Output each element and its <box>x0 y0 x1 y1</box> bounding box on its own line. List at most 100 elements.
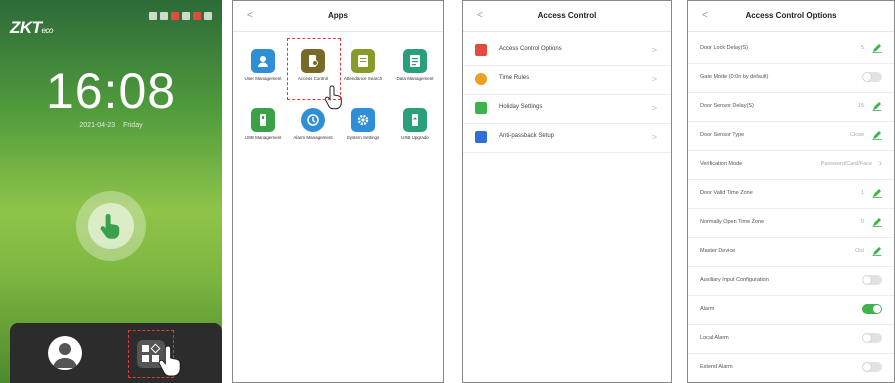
edit-pencil-icon[interactable] <box>872 188 882 198</box>
time-rules-icon <box>475 73 487 85</box>
status-icon <box>182 12 190 20</box>
menu-item-label: Holiday Settings <box>499 104 543 110</box>
option-label: Normally Open Time Zone <box>700 219 765 225</box>
toggle-switch[interactable] <box>862 362 882 372</box>
option-row[interactable]: Extend Alarm <box>688 353 894 382</box>
access-control-options-icon <box>475 44 487 56</box>
menu-item-anti-passback-setup[interactable]: Anti-passback Setup > <box>463 123 671 153</box>
option-value: Close <box>849 132 864 138</box>
status-icon <box>160 12 168 20</box>
selection-highlight <box>287 38 341 100</box>
edit-pencil-icon[interactable] <box>872 217 882 227</box>
option-value: 5 <box>860 45 864 51</box>
title-bar: < Apps <box>233 1 443 32</box>
app-system-settings[interactable]: System Settings <box>338 108 388 141</box>
edit-pencil-icon[interactable] <box>872 101 882 111</box>
option-label: Master Device <box>700 248 736 254</box>
status-icon <box>149 12 157 20</box>
option-label: Extend Alarm <box>700 364 733 370</box>
access-control-screen: < Access Control Access Control Options … <box>462 0 672 383</box>
app-label: User Management <box>244 76 282 81</box>
edit-pencil-icon[interactable] <box>872 246 882 256</box>
option-row[interactable]: Door Sensor Delay(S) 15 <box>688 92 894 122</box>
menu-item-holiday-settings[interactable]: Holiday Settings > <box>463 94 671 124</box>
bottom-bar <box>10 323 222 383</box>
option-row[interactable]: Door Sensor Type Close <box>688 121 894 151</box>
holiday-settings-icon <box>475 102 487 114</box>
menu-item-label: Anti-passback Setup <box>499 133 555 139</box>
option-label: Door Sensor Delay(S) <box>700 103 754 109</box>
status-bar-icons <box>149 12 212 20</box>
app-attendance-search[interactable]: Attendance Search <box>338 49 388 82</box>
menu-item-time-rules[interactable]: Time Rules > <box>463 65 671 95</box>
clock: 16:08 <box>45 63 177 119</box>
option-row[interactable]: Local Alarm <box>688 324 894 354</box>
toggle-switch[interactable] <box>862 72 882 82</box>
app-usb-upgrade[interactable]: USB Upgrade <box>390 108 440 141</box>
option-row[interactable]: Gate Mode (0:0n by default) <box>688 63 894 93</box>
user-icon <box>53 343 77 368</box>
app-label: USB Management <box>244 135 282 140</box>
option-label: Auxiliary Input Configuration <box>700 277 769 283</box>
toggle-switch[interactable] <box>862 333 882 343</box>
hand-pointer-icon <box>100 214 120 239</box>
option-value: Out <box>855 248 864 254</box>
status-icon <box>193 12 201 20</box>
title-bar: < Access Control Options <box>688 1 894 32</box>
access-control-options-screen: < Access Control Options Door Lock Delay… <box>687 0 895 383</box>
date-label: 2021-04-23 Friday <box>79 122 143 129</box>
menu-item-label: Time Rules <box>499 75 530 81</box>
app-data-management[interactable]: Data Management <box>390 49 440 82</box>
chevron-right-icon: > <box>651 74 657 84</box>
finger-touch-button[interactable] <box>88 203 134 249</box>
option-label: Door Sensor Type <box>700 132 745 138</box>
app-label: Data Management <box>396 76 434 81</box>
menu-item-label: Access Control Options <box>499 46 562 52</box>
menu-item-access-control-options[interactable]: Access Control Options > <box>463 36 671 66</box>
lock-screen: ZKTeco 16:08 2021-04-23 Friday <box>0 0 222 383</box>
option-value: 0 <box>860 219 864 225</box>
data-management-icon <box>403 49 427 73</box>
attendance-search-icon <box>351 49 375 73</box>
status-icon <box>204 12 212 20</box>
usb-upgrade-icon <box>403 108 427 132</box>
app-label: System Settings <box>346 135 380 140</box>
usb-management-icon <box>251 108 275 132</box>
apps-button[interactable] <box>128 330 181 378</box>
option-row[interactable]: Verification Mode Password/Card/Face › <box>688 150 894 180</box>
option-label: Door Valid Time Zone <box>700 190 753 196</box>
app-alarm-management[interactable]: Alarm Management <box>288 108 338 141</box>
zkteco-logo: ZKTeco <box>10 18 53 37</box>
option-value: Password/Card/Face <box>820 161 872 167</box>
status-icon <box>171 12 179 20</box>
option-row[interactable]: Door Valid Time Zone 1 <box>688 179 894 209</box>
edit-pencil-icon[interactable] <box>872 43 882 53</box>
option-row[interactable]: Auxiliary Input Configuration <box>688 266 894 296</box>
option-row[interactable]: Alarm <box>688 295 894 325</box>
title-bar: < Access Control <box>463 1 671 32</box>
toggle-switch[interactable] <box>862 304 882 314</box>
toggle-switch[interactable] <box>862 275 882 285</box>
alarm-management-icon <box>301 108 325 132</box>
app-user-management[interactable]: User Management <box>238 49 288 82</box>
edit-pencil-icon[interactable] <box>872 130 882 140</box>
option-label: Local Alarm <box>700 335 729 341</box>
option-label: Verification Mode <box>700 161 743 167</box>
app-usb-management[interactable]: USB Management <box>238 108 288 141</box>
anti-passback-icon <box>475 131 487 143</box>
user-management-icon <box>251 49 275 73</box>
system-settings-icon <box>351 108 375 132</box>
page-title: Access Control Options <box>745 11 837 20</box>
user-avatar-button[interactable] <box>48 336 82 370</box>
option-row[interactable]: Normally Open Time Zone 0 <box>688 208 894 238</box>
option-value: 1 <box>860 190 864 196</box>
option-row[interactable]: Door Lock Delay(S) 5 <box>688 34 894 64</box>
hand-cursor-icon <box>159 345 181 377</box>
option-value: 15 <box>857 103 864 109</box>
page-title: Access Control <box>537 11 597 20</box>
chevron-right-icon: › <box>878 158 882 169</box>
option-label: Door Lock Delay(S) <box>700 45 748 51</box>
option-label: Alarm <box>700 306 715 312</box>
option-row[interactable]: Master Device Out <box>688 237 894 267</box>
chevron-right-icon: > <box>651 45 657 55</box>
